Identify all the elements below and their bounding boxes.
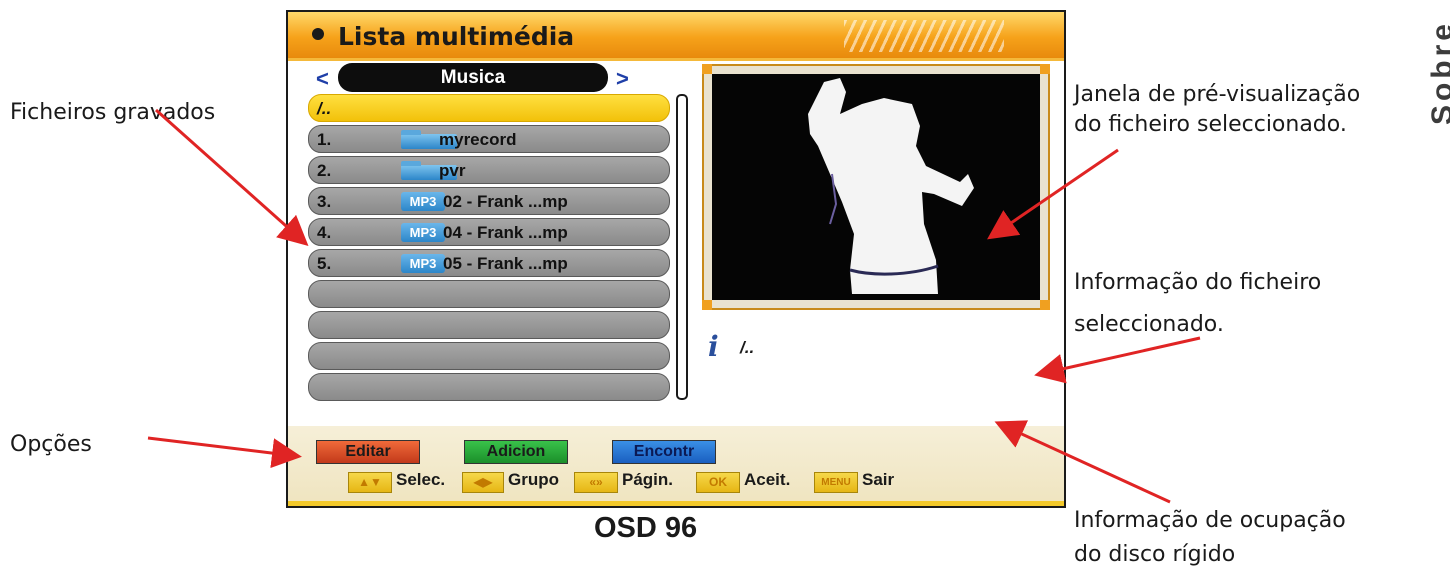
annotation-arrows (147, 108, 1201, 504)
arrow-options (147, 436, 302, 468)
arrow-file-info (1034, 336, 1201, 384)
arrow-recorded-files (155, 108, 309, 246)
arrow-preview (987, 148, 1119, 240)
arrow-disk-info (994, 420, 1171, 504)
